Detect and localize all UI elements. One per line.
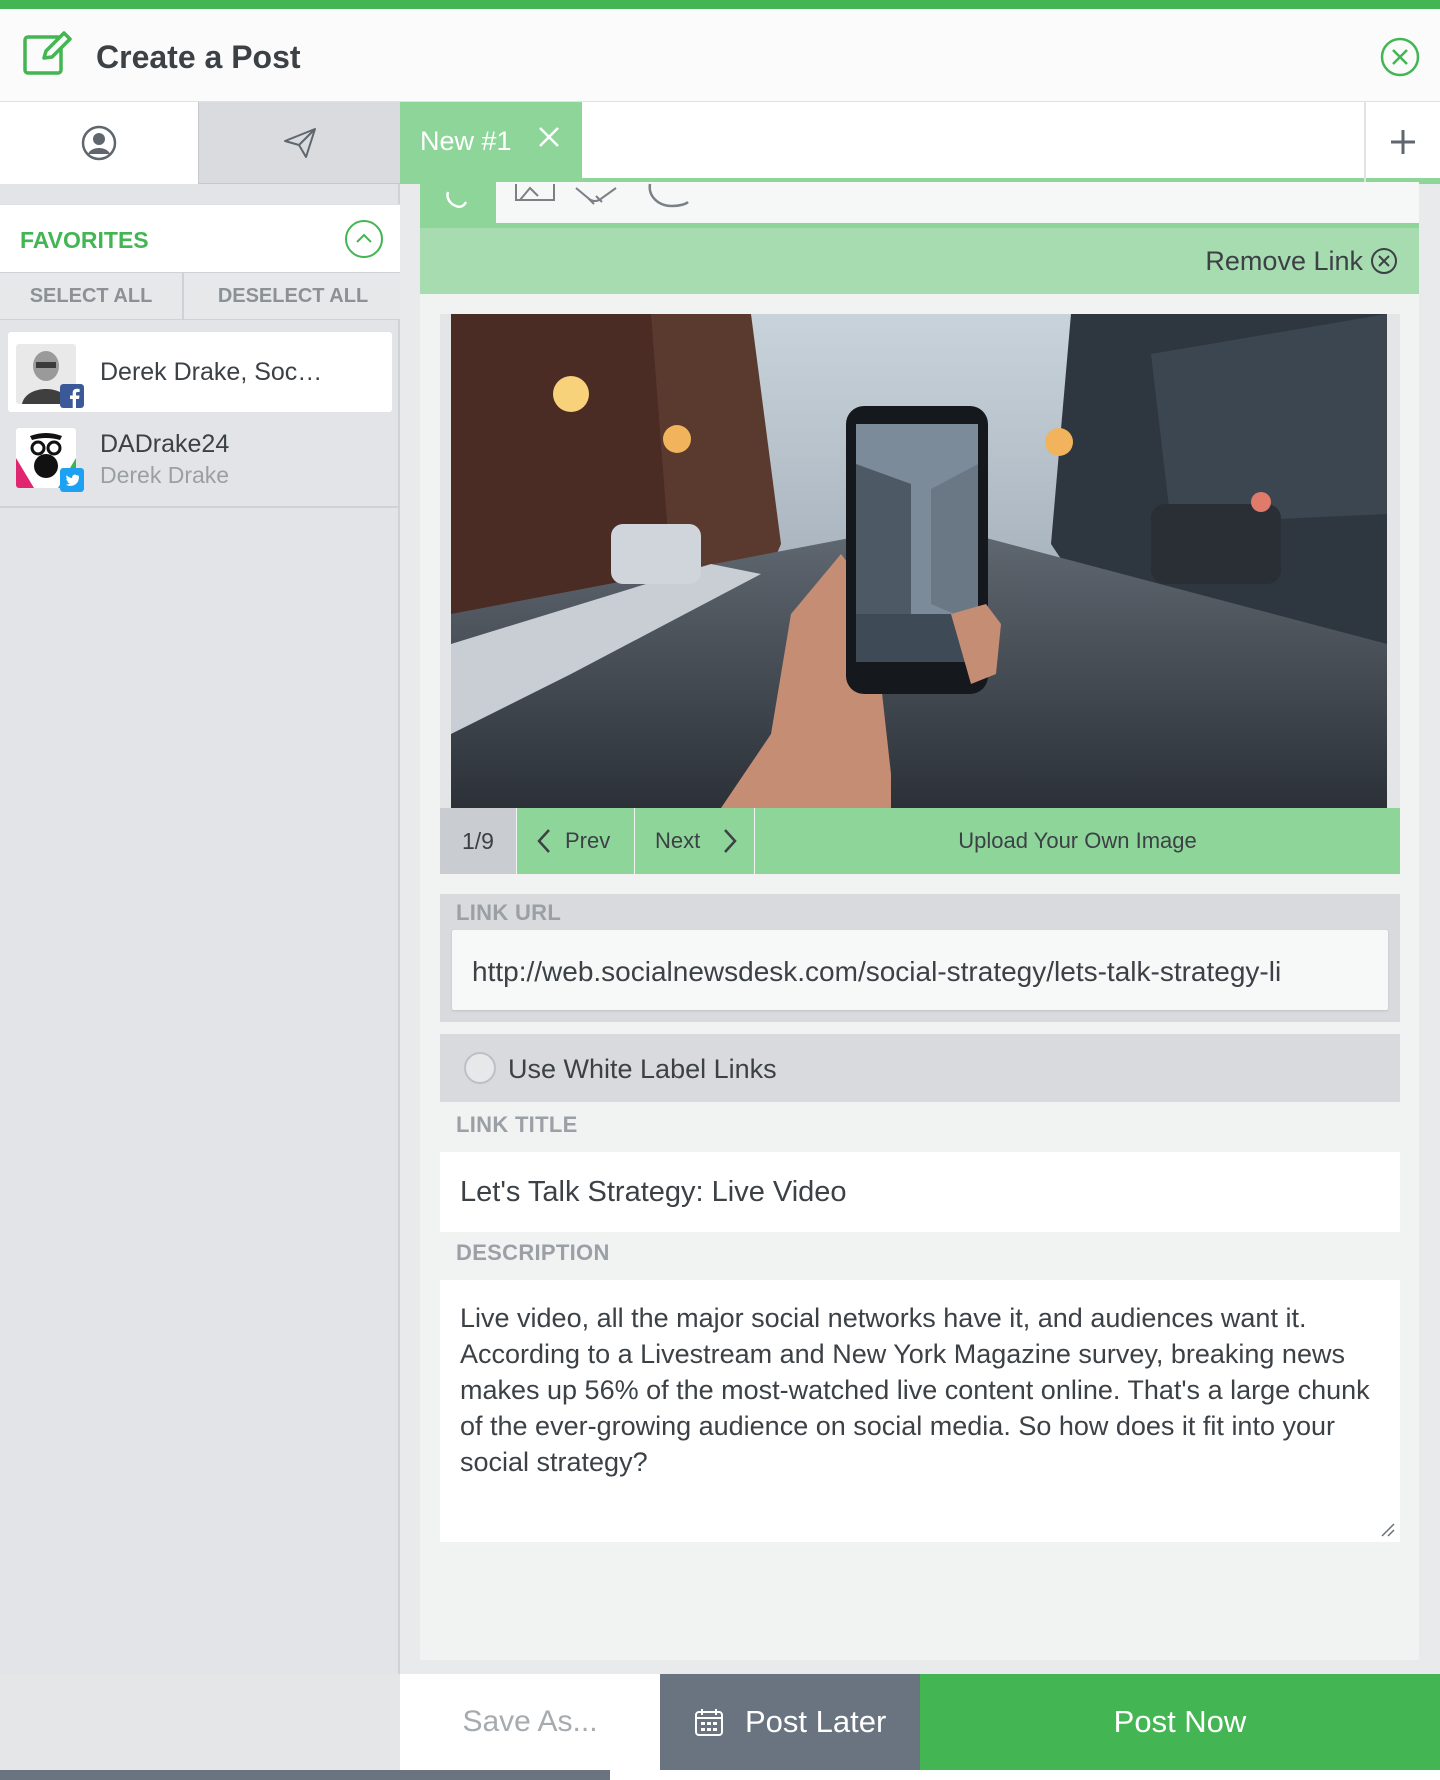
chat-type-button[interactable] bbox=[632, 182, 708, 228]
link-url-input[interactable]: http://web.socialnewsdesk.com/social-str… bbox=[452, 930, 1388, 1010]
link-url-label: LINK URL bbox=[456, 900, 562, 925]
close-tab-icon[interactable] bbox=[534, 122, 564, 152]
chevron-up-icon[interactable] bbox=[344, 219, 384, 259]
close-icon[interactable] bbox=[1379, 36, 1421, 78]
tab-new-1[interactable]: New #1 bbox=[400, 102, 582, 182]
link-title-label: LINK TITLE bbox=[456, 1112, 578, 1137]
upload-image-button[interactable]: Upload Your Own Image bbox=[755, 808, 1400, 874]
save-as-button[interactable]: Save As... bbox=[400, 1674, 660, 1770]
description-text: Live video, all the major social network… bbox=[460, 1303, 1370, 1477]
select-all-button[interactable]: SELECT ALL bbox=[0, 273, 184, 320]
account-subtitle: Derek Drake bbox=[100, 462, 230, 488]
deselect-all-button[interactable]: DESELECT ALL bbox=[186, 273, 400, 320]
account-sidebar: FAVORITES SELECT ALL DESELECT ALL Derek … bbox=[0, 102, 400, 1674]
footer-strip-dark bbox=[400, 1770, 610, 1780]
footer-strip bbox=[400, 1770, 1440, 1780]
composer-panel: New #1 Remove Link 1/9 Prev Next Upload … bbox=[400, 102, 1440, 1674]
page-title: Create a Post bbox=[96, 39, 301, 75]
prev-image-button[interactable]: Prev bbox=[517, 808, 634, 874]
account-item[interactable]: DADrake24 Derek Drake bbox=[8, 416, 392, 496]
image-stack-icon bbox=[515, 184, 555, 201]
chevron-left-icon bbox=[537, 829, 550, 853]
description-label: DESCRIPTION bbox=[456, 1240, 610, 1265]
action-footer: Save As... Post Later Post Now bbox=[400, 1674, 1440, 1780]
tab-send[interactable] bbox=[198, 102, 400, 184]
link-preview-card: Remove Link 1/9 Prev Next Upload Your Ow… bbox=[420, 182, 1419, 1660]
add-tab-button[interactable] bbox=[1364, 102, 1440, 182]
facebook-icon bbox=[60, 384, 84, 408]
link-icon bbox=[446, 191, 468, 209]
link-title-input[interactable]: Let's Talk Strategy: Live Video bbox=[440, 1152, 1400, 1232]
resize-handle-icon[interactable] bbox=[1380, 1522, 1396, 1538]
link-image-frame bbox=[440, 314, 1400, 808]
next-image-button[interactable]: Next bbox=[635, 808, 754, 874]
image-type-button[interactable] bbox=[498, 182, 574, 228]
twitter-icon bbox=[60, 468, 84, 492]
tab-label: New #1 bbox=[420, 126, 512, 156]
footer-strip bbox=[0, 1770, 400, 1780]
post-type-selector bbox=[420, 182, 1419, 228]
handshake-type-button[interactable] bbox=[564, 182, 640, 228]
favorites-header[interactable]: FAVORITES bbox=[0, 204, 400, 272]
chevron-right-icon bbox=[724, 829, 737, 853]
account-name: Derek Drake, Soc… bbox=[100, 358, 323, 386]
remove-link-bar[interactable]: Remove Link bbox=[420, 228, 1419, 294]
description-textarea[interactable]: Live video, all the major social network… bbox=[440, 1280, 1400, 1542]
account-item[interactable]: Derek Drake, Soc… bbox=[8, 332, 392, 412]
white-label-text: Use White Label Links bbox=[508, 1054, 777, 1084]
account-name: DADrake24 bbox=[100, 430, 230, 458]
white-label-option[interactable]: Use White Label Links bbox=[440, 1034, 1400, 1102]
tab-accounts[interactable] bbox=[0, 102, 198, 184]
user-icon bbox=[81, 125, 117, 161]
post-later-button[interactable]: Post Later bbox=[660, 1674, 920, 1770]
post-tabs: New #1 bbox=[400, 102, 1440, 184]
link-url-section: LINK URL http://web.socialnewsdesk.com/s… bbox=[440, 894, 1400, 1022]
modal-header: Create a Post bbox=[0, 9, 1440, 102]
image-pager: 1/9 Prev Next Upload Your Own Image bbox=[440, 808, 1400, 874]
post-now-button[interactable]: Post Now bbox=[920, 1674, 1440, 1770]
link-preview-image bbox=[451, 314, 1387, 808]
image-counter: 1/9 bbox=[440, 808, 516, 874]
top-accent-bar bbox=[0, 0, 1440, 9]
chat-bubble-icon bbox=[648, 183, 689, 208]
prev-label: Prev bbox=[565, 828, 611, 853]
post-later-label: Post Later bbox=[745, 1704, 887, 1739]
remove-link-label[interactable]: Remove Link bbox=[1205, 246, 1363, 277]
next-label: Next bbox=[655, 828, 701, 853]
plus-icon bbox=[1391, 130, 1415, 154]
paper-plane-icon bbox=[283, 127, 316, 158]
divider bbox=[0, 506, 400, 508]
white-label-radio[interactable] bbox=[464, 1052, 496, 1084]
selection-controls: SELECT ALL DESELECT ALL bbox=[0, 272, 400, 320]
handshake-icon bbox=[575, 187, 617, 205]
favorites-label: FAVORITES bbox=[20, 227, 149, 253]
link-type-button[interactable] bbox=[420, 182, 496, 228]
sidebar-footer bbox=[0, 1674, 400, 1780]
calendar-icon bbox=[695, 1709, 723, 1736]
edit-post-icon bbox=[23, 31, 72, 75]
remove-link-icon[interactable] bbox=[1369, 246, 1399, 276]
